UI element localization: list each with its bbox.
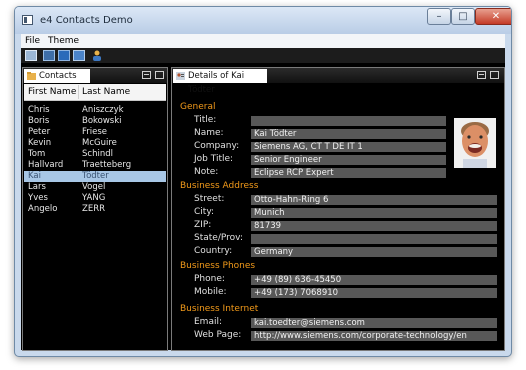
column-last-name[interactable]: Last Name [82,87,130,97]
mobile-field[interactable]: +49 (173) 7068910 [251,288,497,298]
first-name-cell: Kai [28,171,41,181]
title-bar[interactable]: e4 Contacts Demo – □ ✕ [15,7,511,34]
street-field[interactable]: Otto-Hahn-Ring 6 [251,195,497,205]
label-name: Name: [194,128,224,138]
first-name-cell: Kevin [28,138,52,148]
label-zip: ZIP: [194,220,212,230]
maximize-icon[interactable] [155,71,164,79]
table-row[interactable]: Peter Friese [24,127,166,138]
label-email: Email: [194,317,223,327]
label-title: Title: [194,115,217,125]
section-business-phones: Business Phones [180,261,256,271]
company-field[interactable]: Siemens AG, CT T DE IT 1 [251,142,446,152]
table-row[interactable]: Lars Vogel [24,182,166,193]
city-field[interactable]: Munich [251,208,497,218]
tab-details[interactable]: Details of Kai Tödter [173,69,267,95]
label-street: Street: [194,194,225,204]
name-field[interactable]: Kai Tödter [251,129,446,139]
contacts-panel-header: Contacts List [23,68,167,95]
close-button[interactable]: ✕ [475,8,511,25]
contact-details-panel: Details of Kai Tödter General Title: Nam… [171,67,505,351]
last-name-cell: Friese [82,127,108,137]
email-field[interactable]: kai.toedter@siemens.com [251,318,497,328]
details-panel-header: Details of Kai Tödter [172,68,504,95]
theme-blue-icon[interactable] [43,50,55,61]
label-job-title: Job Title: [194,154,234,164]
column-first-name[interactable]: First Name [28,87,76,97]
table-row[interactable]: Angelo ZERR [24,204,166,215]
minimize-button[interactable]: – [427,8,451,25]
contact-card-icon [176,72,185,80]
minimize-icon[interactable] [477,71,486,79]
last-name-cell: Schindl [82,149,113,159]
menu-theme[interactable]: Theme [48,36,79,46]
last-name-cell: Traetteberg [82,160,132,170]
maximize-button[interactable]: □ [451,8,475,25]
table-row[interactable]: Tom Schindl [24,149,166,160]
label-mobile: Mobile: [194,287,227,297]
workbench-area: Contacts List First Name Last Name Chris… [21,63,505,351]
label-note: Note: [194,167,219,177]
label-phone: Phone: [194,274,225,284]
last-name-cell: Bokowski [82,116,122,126]
job-title-field[interactable]: Senior Engineer [251,155,446,165]
table-row[interactable]: Kevin McGuire [24,138,166,149]
toolbar [21,48,505,63]
phone-field[interactable]: +49 (89) 636-45450 [251,275,497,285]
save-icon[interactable] [25,50,37,61]
app-icon [22,15,33,25]
section-business-address: Business Address [180,181,259,191]
contacts-table-header: First Name Last Name [24,84,166,101]
label-state: State/Prov: [194,233,243,243]
maximize-icon[interactable] [490,71,499,79]
table-row[interactable]: Hallvard Traetteberg [24,160,166,171]
column-separator[interactable] [78,85,79,99]
label-country: Country: [194,246,233,256]
menu-bar: File Theme [21,34,505,48]
label-company: Company: [194,141,240,151]
zip-field[interactable]: 81739 [251,221,497,231]
first-name-cell: Tom [28,149,46,159]
folder-icon [27,72,36,80]
theme-bright-icon[interactable] [73,50,85,61]
title-field[interactable] [251,116,446,126]
contacts-list-panel: Contacts List First Name Last Name Chris… [22,67,168,351]
window-title: e4 Contacts Demo [40,15,133,26]
table-row[interactable]: Yves YANG [24,193,166,204]
last-name-cell: Tödter [82,171,109,181]
first-name-cell: Boris [28,116,50,126]
user-icon[interactable] [92,50,102,61]
section-general: General [180,102,216,112]
section-business-internet: Business Internet [180,304,259,314]
first-name-cell: Angelo [28,204,58,214]
theme-standard-icon[interactable] [58,50,70,61]
menu-file[interactable]: File [25,36,40,46]
app-window: e4 Contacts Demo – □ ✕ File Theme Contac… [14,6,512,357]
web-page-field[interactable]: http://www.siemens.com/corporate-technol… [251,331,497,341]
first-name-cell: Chris [28,105,50,115]
last-name-cell: ZERR [82,204,106,214]
first-name-cell: Yves [28,193,48,203]
last-name-cell: Aniszczyk [82,105,124,115]
tab-contacts-list[interactable]: Contacts List [24,69,90,95]
details-tab-label: Details of Kai Tödter [188,71,245,95]
first-name-cell: Hallvard [28,160,64,170]
last-name-cell: Vogel [82,182,106,192]
minimize-icon[interactable] [142,71,151,79]
label-web-page: Web Page: [194,330,242,340]
first-name-cell: Peter [28,127,51,137]
country-field[interactable]: Germany [251,247,497,257]
table-row[interactable]: Boris Bokowski [24,116,166,127]
last-name-cell: YANG [82,193,106,203]
contact-photo [454,118,496,168]
state-field[interactable] [251,234,497,244]
note-field[interactable]: Eclipse RCP Expert [251,168,446,178]
last-name-cell: McGuire [82,138,117,148]
table-row[interactable]: Chris Aniszczyk [24,105,166,116]
label-city: City: [194,207,215,217]
table-row-selected[interactable]: Kai Tödter [24,171,166,182]
first-name-cell: Lars [28,182,46,192]
